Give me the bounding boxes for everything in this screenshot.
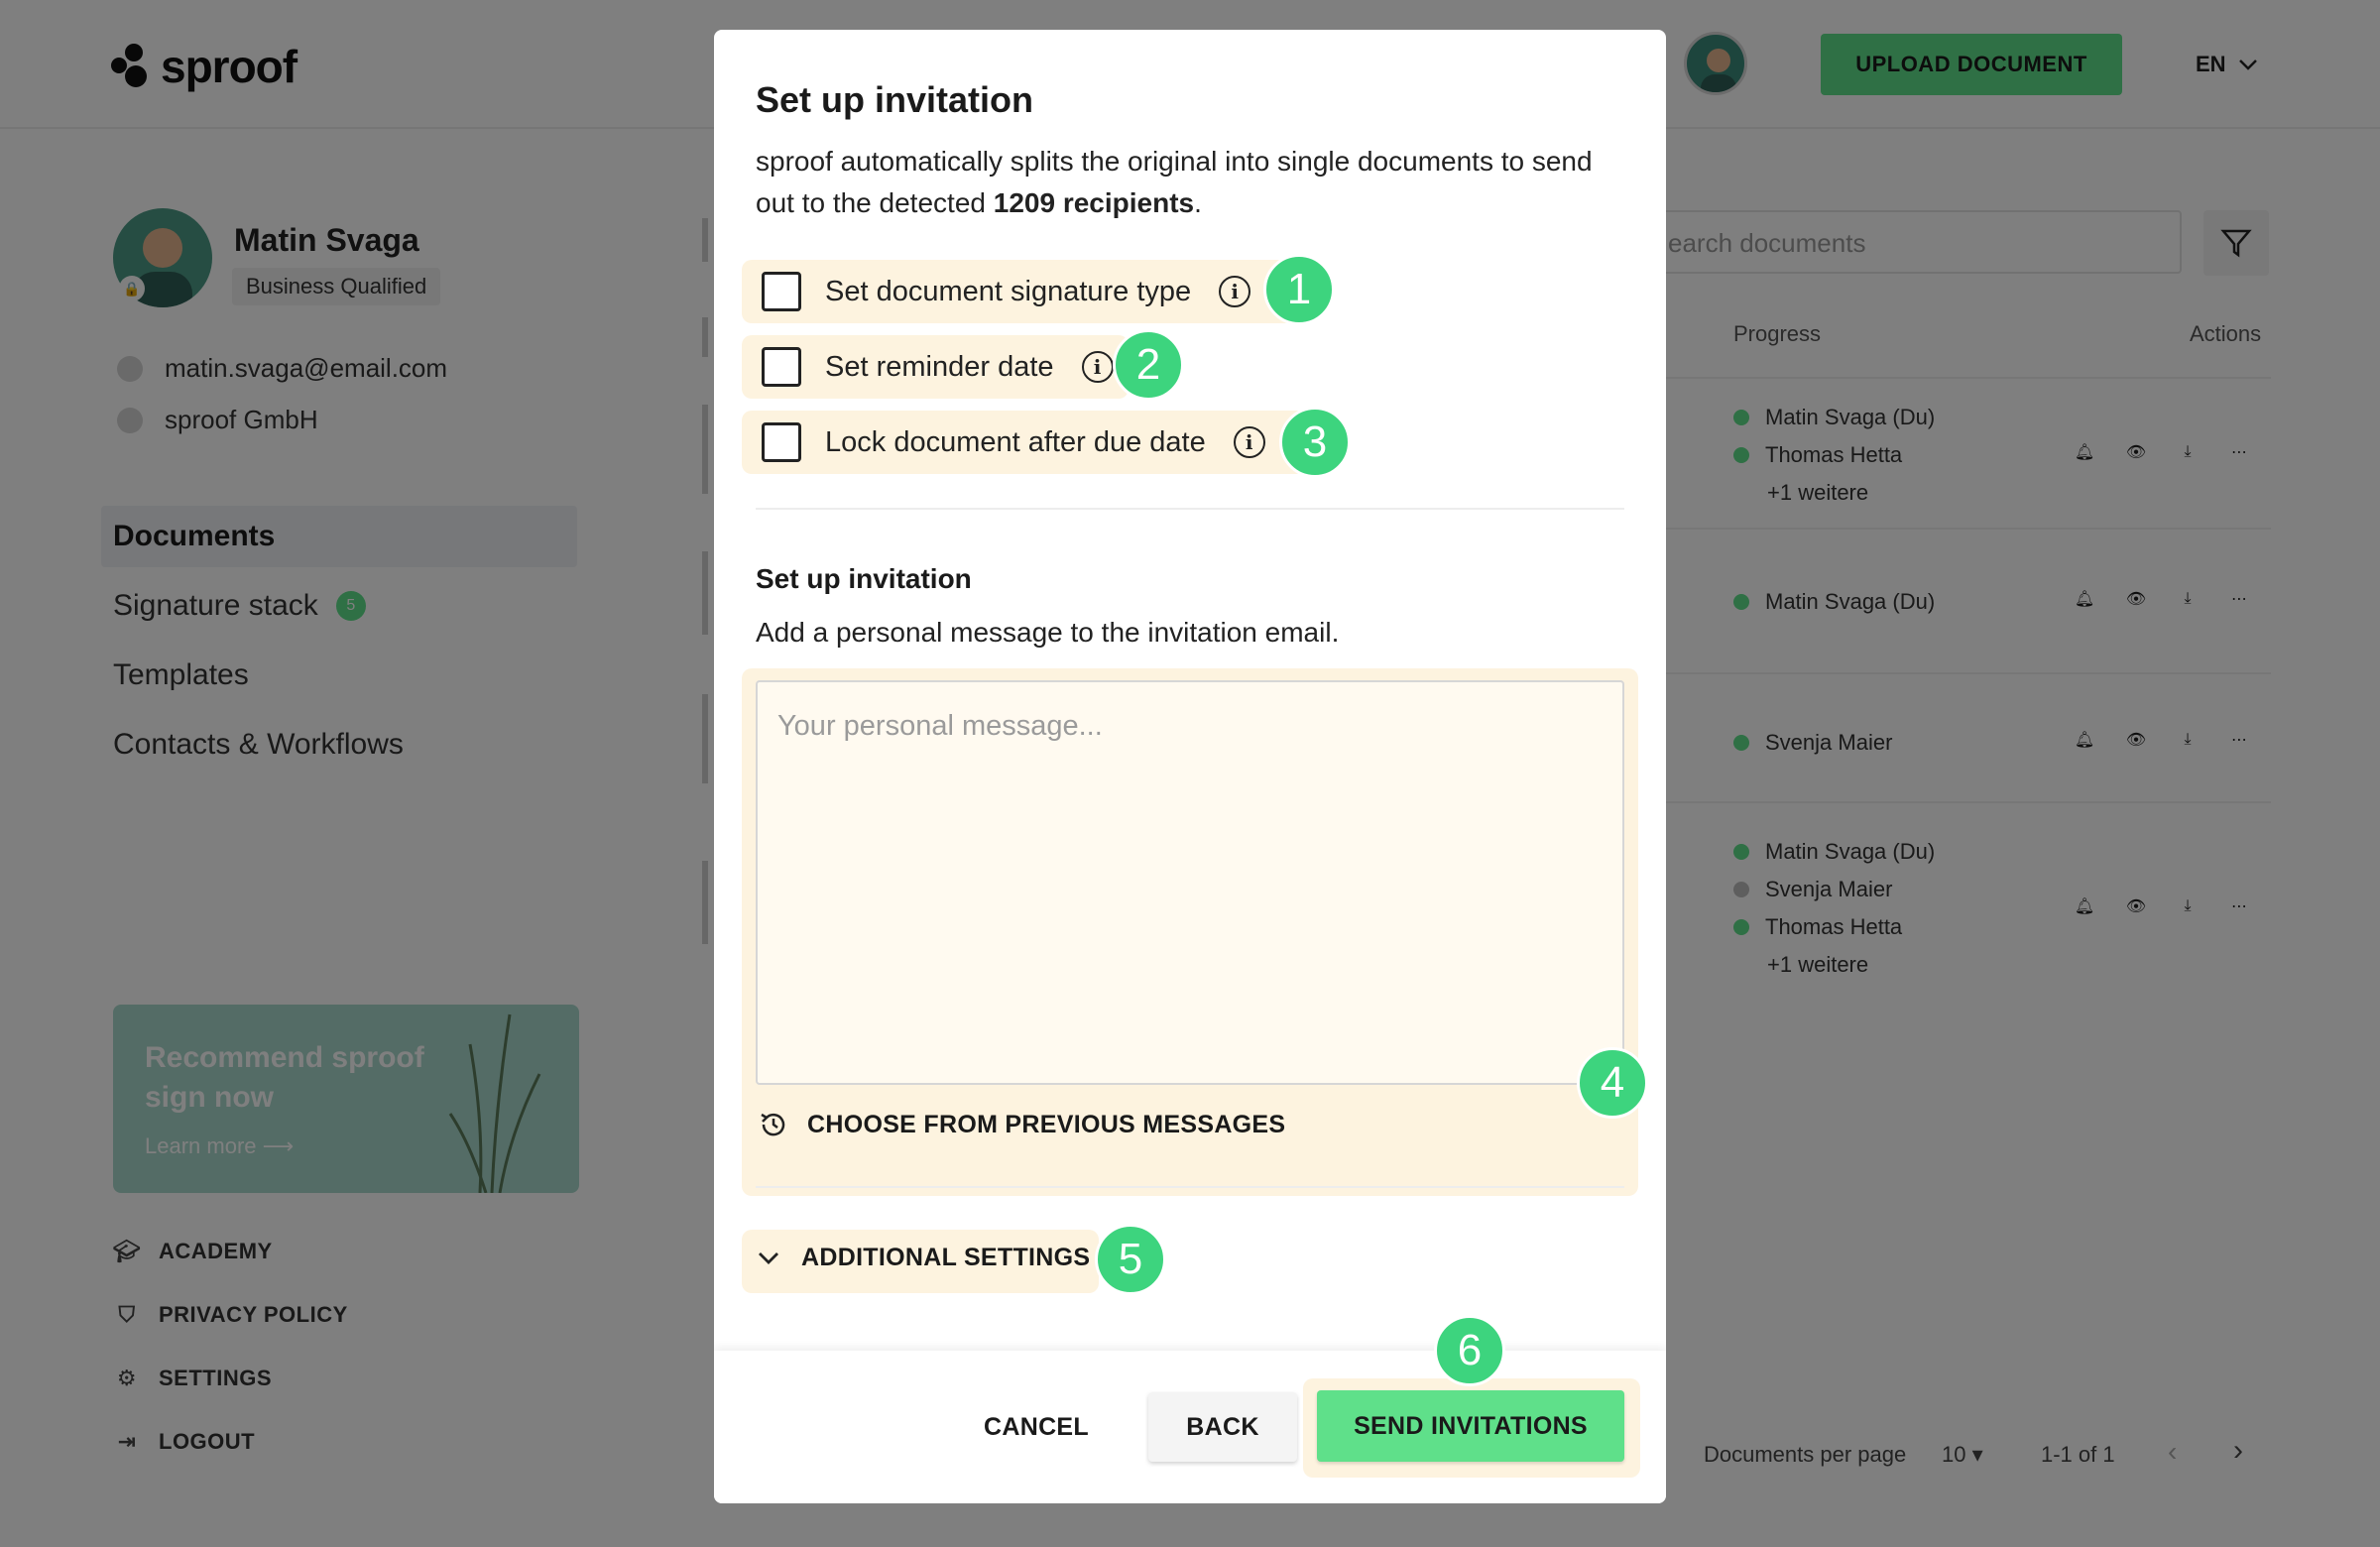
option-label: Set document signature type — [825, 275, 1192, 307]
option-reminder-date[interactable]: Set reminder date i — [762, 347, 1114, 387]
dialog-title: Set up invitation — [756, 79, 1034, 120]
step-marker: 4 — [1577, 1047, 1648, 1119]
divider — [756, 1186, 1624, 1188]
divider — [756, 508, 1624, 510]
option-label: Set reminder date — [825, 350, 1054, 383]
dialog-description: sproof automatically splits the original… — [756, 141, 1608, 224]
info-icon[interactable]: i — [1081, 351, 1114, 383]
additional-settings-label: ADDITIONAL SETTINGS — [801, 1244, 1091, 1271]
step-marker: 1 — [1263, 254, 1335, 325]
invitation-section-title: Set up invitation — [756, 563, 972, 594]
back-button[interactable]: BACK — [1148, 1392, 1297, 1462]
option-signature-type[interactable]: Set document signature type i — [762, 272, 1251, 311]
invitation-section-subtitle: Add a personal message to the invitation… — [756, 617, 1340, 648]
step-marker: 6 — [1434, 1315, 1505, 1386]
step-marker: 3 — [1279, 407, 1351, 478]
signature-type-checkbox[interactable] — [762, 272, 801, 311]
info-icon[interactable]: i — [1219, 276, 1251, 307]
send-invitations-button[interactable]: SEND INVITATIONS — [1317, 1390, 1624, 1462]
option-lock-after-due[interactable]: Lock document after due date i — [762, 422, 1265, 462]
description-end: . — [1194, 187, 1202, 218]
reminder-date-checkbox[interactable] — [762, 347, 801, 387]
dialog-footer: CANCEL BACK SEND INVITATIONS — [714, 1351, 1666, 1503]
chevron-down-icon — [759, 1251, 778, 1264]
option-label: Lock document after due date — [825, 425, 1206, 458]
recipient-count: 1209 recipients — [993, 187, 1195, 218]
choose-previous-messages-button[interactable]: CHOOSE FROM PREVIOUS MESSAGES — [758, 1109, 1285, 1140]
history-icon — [761, 1113, 785, 1136]
lock-document-checkbox[interactable] — [762, 422, 801, 462]
step-marker: 5 — [1095, 1224, 1166, 1295]
additional-settings-toggle[interactable]: ADDITIONAL SETTINGS — [758, 1244, 1090, 1272]
personal-message-textarea[interactable] — [756, 680, 1624, 1085]
info-icon[interactable]: i — [1233, 426, 1265, 458]
step-marker: 2 — [1113, 329, 1184, 401]
cancel-button[interactable]: CANCEL — [952, 1394, 1121, 1460]
setup-invitation-dialog: Set up invitation sproof automatically s… — [714, 30, 1666, 1503]
previous-messages-label: CHOOSE FROM PREVIOUS MESSAGES — [807, 1110, 1286, 1138]
